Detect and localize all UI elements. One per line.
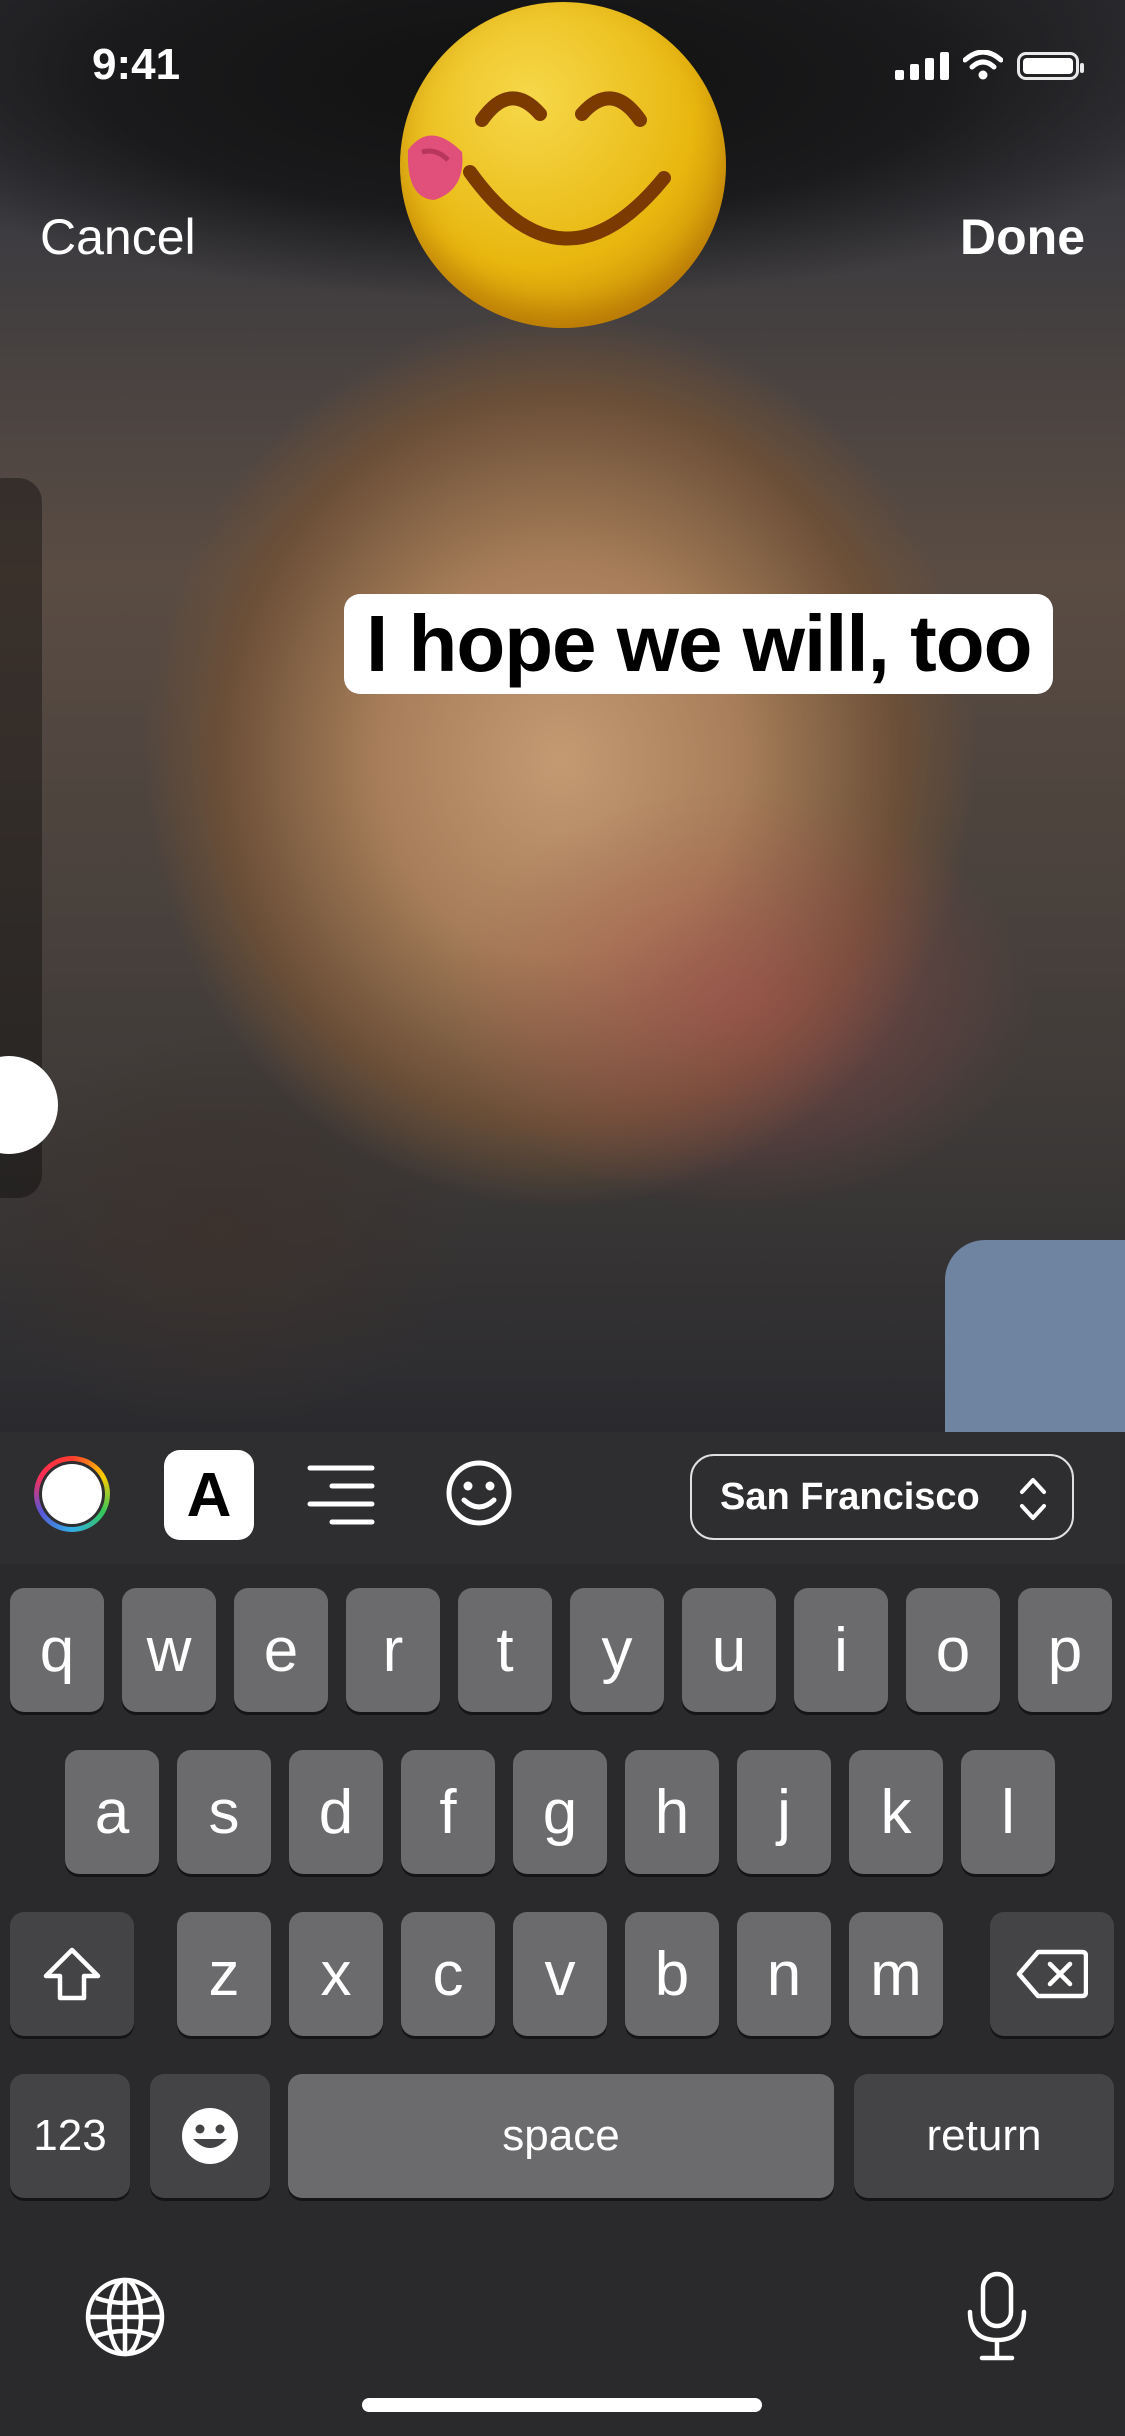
numbers-key[interactable]: 123 <box>10 2074 130 2198</box>
key-b[interactable]: b <box>625 1912 719 2036</box>
space-key[interactable]: space <box>288 2074 834 2198</box>
text-sticker[interactable]: I hope we will, too <box>344 594 1054 694</box>
key-d[interactable]: d <box>289 1750 383 1874</box>
chevron-up-down-icon <box>1020 1478 1046 1520</box>
battery-icon <box>1017 52 1084 80</box>
key-u[interactable]: u <box>682 1588 776 1712</box>
key-l[interactable]: l <box>961 1750 1055 1874</box>
photo-shirt <box>945 1240 1125 1432</box>
color-wheel-icon[interactable] <box>34 1456 110 1532</box>
key-g[interactable]: g <box>513 1750 607 1874</box>
done-button[interactable]: Done <box>960 208 1085 266</box>
status-time: 9:41 <box>92 40 181 89</box>
status-icons <box>895 50 1084 80</box>
key-f[interactable]: f <box>401 1750 495 1874</box>
microphone-icon[interactable] <box>964 2270 1030 2364</box>
delete-key[interactable] <box>990 1912 1114 2036</box>
emoji-sticker[interactable] <box>400 2 726 328</box>
signal-icon <box>895 52 949 80</box>
key-h[interactable]: h <box>625 1750 719 1874</box>
delete-icon <box>1016 1949 1088 1999</box>
key-p[interactable]: p <box>1018 1588 1112 1712</box>
key-y[interactable]: y <box>570 1588 664 1712</box>
story-text-editor: 9:41 Cancel Done I hope we will, too A S… <box>0 0 1125 2436</box>
text-style-button[interactable]: A <box>164 1450 254 1540</box>
key-a[interactable]: a <box>65 1750 159 1874</box>
key-n[interactable]: n <box>737 1912 831 2036</box>
savoring-food-emoji-icon <box>407 91 671 246</box>
globe-icon[interactable] <box>84 2276 166 2358</box>
emoji-key[interactable] <box>150 2074 270 2198</box>
wifi-icon <box>963 50 1003 80</box>
key-v[interactable]: v <box>513 1912 607 2036</box>
emoji-face-icon <box>182 2108 238 2164</box>
key-j[interactable]: j <box>737 1750 831 1874</box>
key-i[interactable]: i <box>794 1588 888 1712</box>
key-o[interactable]: o <box>906 1588 1000 1712</box>
font-name: San Francisco <box>720 1475 980 1518</box>
key-e[interactable]: e <box>234 1588 328 1712</box>
home-indicator[interactable] <box>362 2398 762 2412</box>
text-toolbar: A San Francisco <box>0 1432 1125 1564</box>
key-c[interactable]: c <box>401 1912 495 2036</box>
key-w[interactable]: w <box>122 1588 216 1712</box>
key-r[interactable]: r <box>346 1588 440 1712</box>
key-m[interactable]: m <box>849 1912 943 2036</box>
key-z[interactable]: z <box>177 1912 271 2036</box>
key-x[interactable]: x <box>289 1912 383 2036</box>
font-picker-button[interactable]: San Francisco <box>690 1454 1074 1540</box>
cancel-button[interactable]: Cancel <box>40 208 196 266</box>
key-q[interactable]: q <box>10 1588 104 1712</box>
return-key[interactable]: return <box>854 2074 1114 2198</box>
smiley-icon[interactable] <box>444 1458 514 1528</box>
shift-key[interactable] <box>10 1912 134 2036</box>
align-right-icon[interactable] <box>306 1462 376 1528</box>
key-s[interactable]: s <box>177 1750 271 1874</box>
key-t[interactable]: t <box>458 1588 552 1712</box>
shift-icon <box>43 1947 101 2001</box>
keyboard: q w e r t y u i o p a s d f g h j k l z … <box>0 1564 1125 2436</box>
key-k[interactable]: k <box>849 1750 943 1874</box>
